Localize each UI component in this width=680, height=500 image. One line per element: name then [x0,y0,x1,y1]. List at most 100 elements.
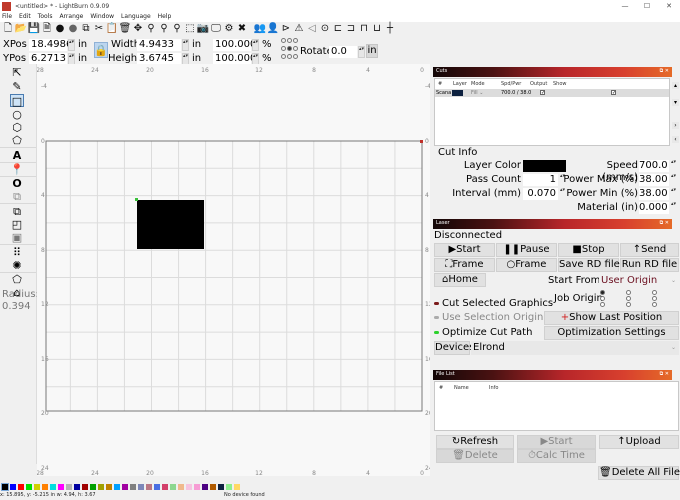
align-center-icon[interactable]: ⊔ [371,23,383,35]
palette-swatch[interactable] [42,484,48,490]
select-arrow-icon[interactable]: ⇱ [10,66,24,79]
position-marker-icon[interactable]: 📍 [10,163,24,176]
device-select[interactable]: Elrond ⌄ [471,341,679,355]
edit-nodes-icon[interactable]: ⬠ [10,134,24,147]
zoom-icon[interactable]: ⚲ [158,23,170,35]
flip-horizontal-icon[interactable]: ⊳ [280,23,292,35]
mirror-icon[interactable]: ◁ [306,23,318,35]
palette-swatch[interactable] [178,484,184,490]
menu-tools[interactable]: Tools [38,12,53,22]
menu-help[interactable]: Help [158,12,172,22]
delete-button[interactable]: 🗑Delete [436,449,514,463]
palette-swatch[interactable] [146,484,152,490]
material-spinner[interactable]: ▴▾ [671,202,676,213]
move-layer-down-button[interactable]: ▾ [672,99,679,106]
target-icon[interactable]: ⊙ [319,23,331,35]
speed-spinner[interactable]: ▴▾ [671,160,676,171]
palette-swatch[interactable] [26,484,32,490]
power-max-input[interactable]: 38.00 [639,174,669,186]
menu-language[interactable]: Language [121,12,151,22]
power-min-spinner[interactable]: ▴▾ [671,188,676,199]
offset-icon[interactable]: O [10,177,24,190]
palette-swatch[interactable] [226,484,232,490]
refresh-button[interactable]: ↻Refresh [436,435,514,449]
width-input[interactable]: 4.9433 [137,39,181,51]
scale-x-spinner[interactable]: ▴▾ [252,39,259,51]
pen-icon[interactable]: ✎ [10,80,24,93]
circular-array-icon[interactable]: ✺ [10,259,24,272]
cut-icon[interactable]: ✂ [93,23,105,35]
unit-toggle-button[interactable]: in [366,44,378,58]
palette-swatch[interactable] [82,484,88,490]
lock-aspect-icon[interactable]: 🔒 [94,42,108,58]
monitor-icon[interactable]: 🖵 [210,23,222,35]
palette-swatch[interactable] [66,484,72,490]
upload-button[interactable]: ↑Upload [599,435,679,449]
panel-float-close-icon[interactable]: ⧉ ✕ [660,220,669,226]
fillet-icon[interactable]: ⬠ [10,273,24,286]
palette-swatch[interactable] [218,484,224,490]
scale-x-input[interactable]: 100.000 [213,39,256,51]
collapse-left-button[interactable]: ‹ [672,136,679,143]
align-left-icon[interactable]: ⊏ [332,23,344,35]
palette-swatch[interactable] [130,484,136,490]
text-icon[interactable]: A [10,149,24,162]
interval-input[interactable]: 0.070 [523,188,558,200]
tools-icon[interactable]: ✖ [236,23,248,35]
optimization-settings-button[interactable]: Optimization Settings [544,326,679,340]
palette-swatch[interactable] [90,484,96,490]
power-min-input[interactable]: 38.00 [639,188,669,200]
select-frame-icon[interactable]: ⬚ [184,23,196,35]
xpos-input[interactable]: 18.4986 [29,39,72,51]
palette-swatch[interactable] [202,484,208,490]
palette-swatch[interactable] [122,484,128,490]
minimize-icon[interactable]: — [614,0,636,12]
menu-edit[interactable]: Edit [19,12,31,22]
palette-swatch[interactable] [186,484,192,490]
laser-send-button[interactable]: ↑Send [620,243,679,257]
layer-color-swatch[interactable] [523,160,566,172]
palette-swatch[interactable] [106,484,112,490]
devices-button[interactable]: Devices [434,341,474,355]
align-top-icon[interactable]: ⊓ [358,23,370,35]
power-max-spinner[interactable]: ▴▾ [671,174,676,185]
canvas-area[interactable]: 28 24 20 16 12 8 4 0 -4 -4 0 0 4 4 8 8 12 12 16 16 20 20 24 24… [37,64,430,476]
menu-window[interactable]: Window [90,12,114,22]
selected-rectangle-shape[interactable] [137,200,204,249]
grid-array-icon[interactable]: ⠿ [10,246,24,259]
flip-vertical-icon[interactable]: ⚠ [293,23,305,35]
material-input[interactable]: 0.000 [639,202,669,214]
boolean-subtract-icon[interactable]: ◰ [10,218,24,231]
settings-icon[interactable]: ⚙ [223,23,235,35]
pass-count-input[interactable]: 1 [523,174,558,186]
palette-swatch[interactable] [1,483,9,491]
panel-float-close-icon[interactable]: ⧉ ✕ [660,68,669,74]
palette-swatch[interactable] [234,484,240,490]
optimize-cut-path-toggle[interactable]: Optimize Cut Path [434,327,532,338]
palette-swatch[interactable] [98,484,104,490]
paste-icon[interactable]: 📋 [106,23,118,35]
ungroup-icon[interactable]: 👤 [267,23,279,35]
save-rd-file-button[interactable]: Save RD file [558,258,620,272]
anchor-selector[interactable] [281,38,299,62]
weld-icon[interactable]: ⧉ [10,190,24,203]
panel-float-close-icon[interactable]: ⧉ ✕ [660,371,669,377]
palette-swatch[interactable] [210,484,216,490]
save-as-icon[interactable]: 🗎 [41,23,53,35]
delete-icon[interactable]: 🗑 [119,23,132,35]
maximize-icon[interactable]: ☐ [636,0,658,12]
boolean-union-icon[interactable]: ⧉ [10,205,24,218]
run-rd-file-button[interactable]: Run RD file [620,258,679,272]
palette-swatch[interactable] [58,484,64,490]
ellipse-icon[interactable]: ○ [10,108,24,121]
file-start-button[interactable]: ▶Start [517,435,596,449]
palette-swatch[interactable] [138,484,144,490]
workspace-canvas[interactable]: 28 24 20 16 12 8 4 0 -4 -4 0 0 4 4 8 8 12 12 16 16 20 20 24 24… [37,64,430,476]
close-icon[interactable]: ✕ [658,0,680,12]
zoom-out-icon[interactable]: ⚲ [171,23,183,35]
frame-circle-button[interactable]: ○Frame [496,258,557,272]
align-right-icon[interactable]: ⊐ [345,23,357,35]
new-file-icon[interactable]: 🗋 [2,23,14,35]
move-layer-up-button[interactable]: ▴ [672,82,679,89]
use-selection-origin-toggle[interactable]: Use Selection Origin [434,312,543,323]
